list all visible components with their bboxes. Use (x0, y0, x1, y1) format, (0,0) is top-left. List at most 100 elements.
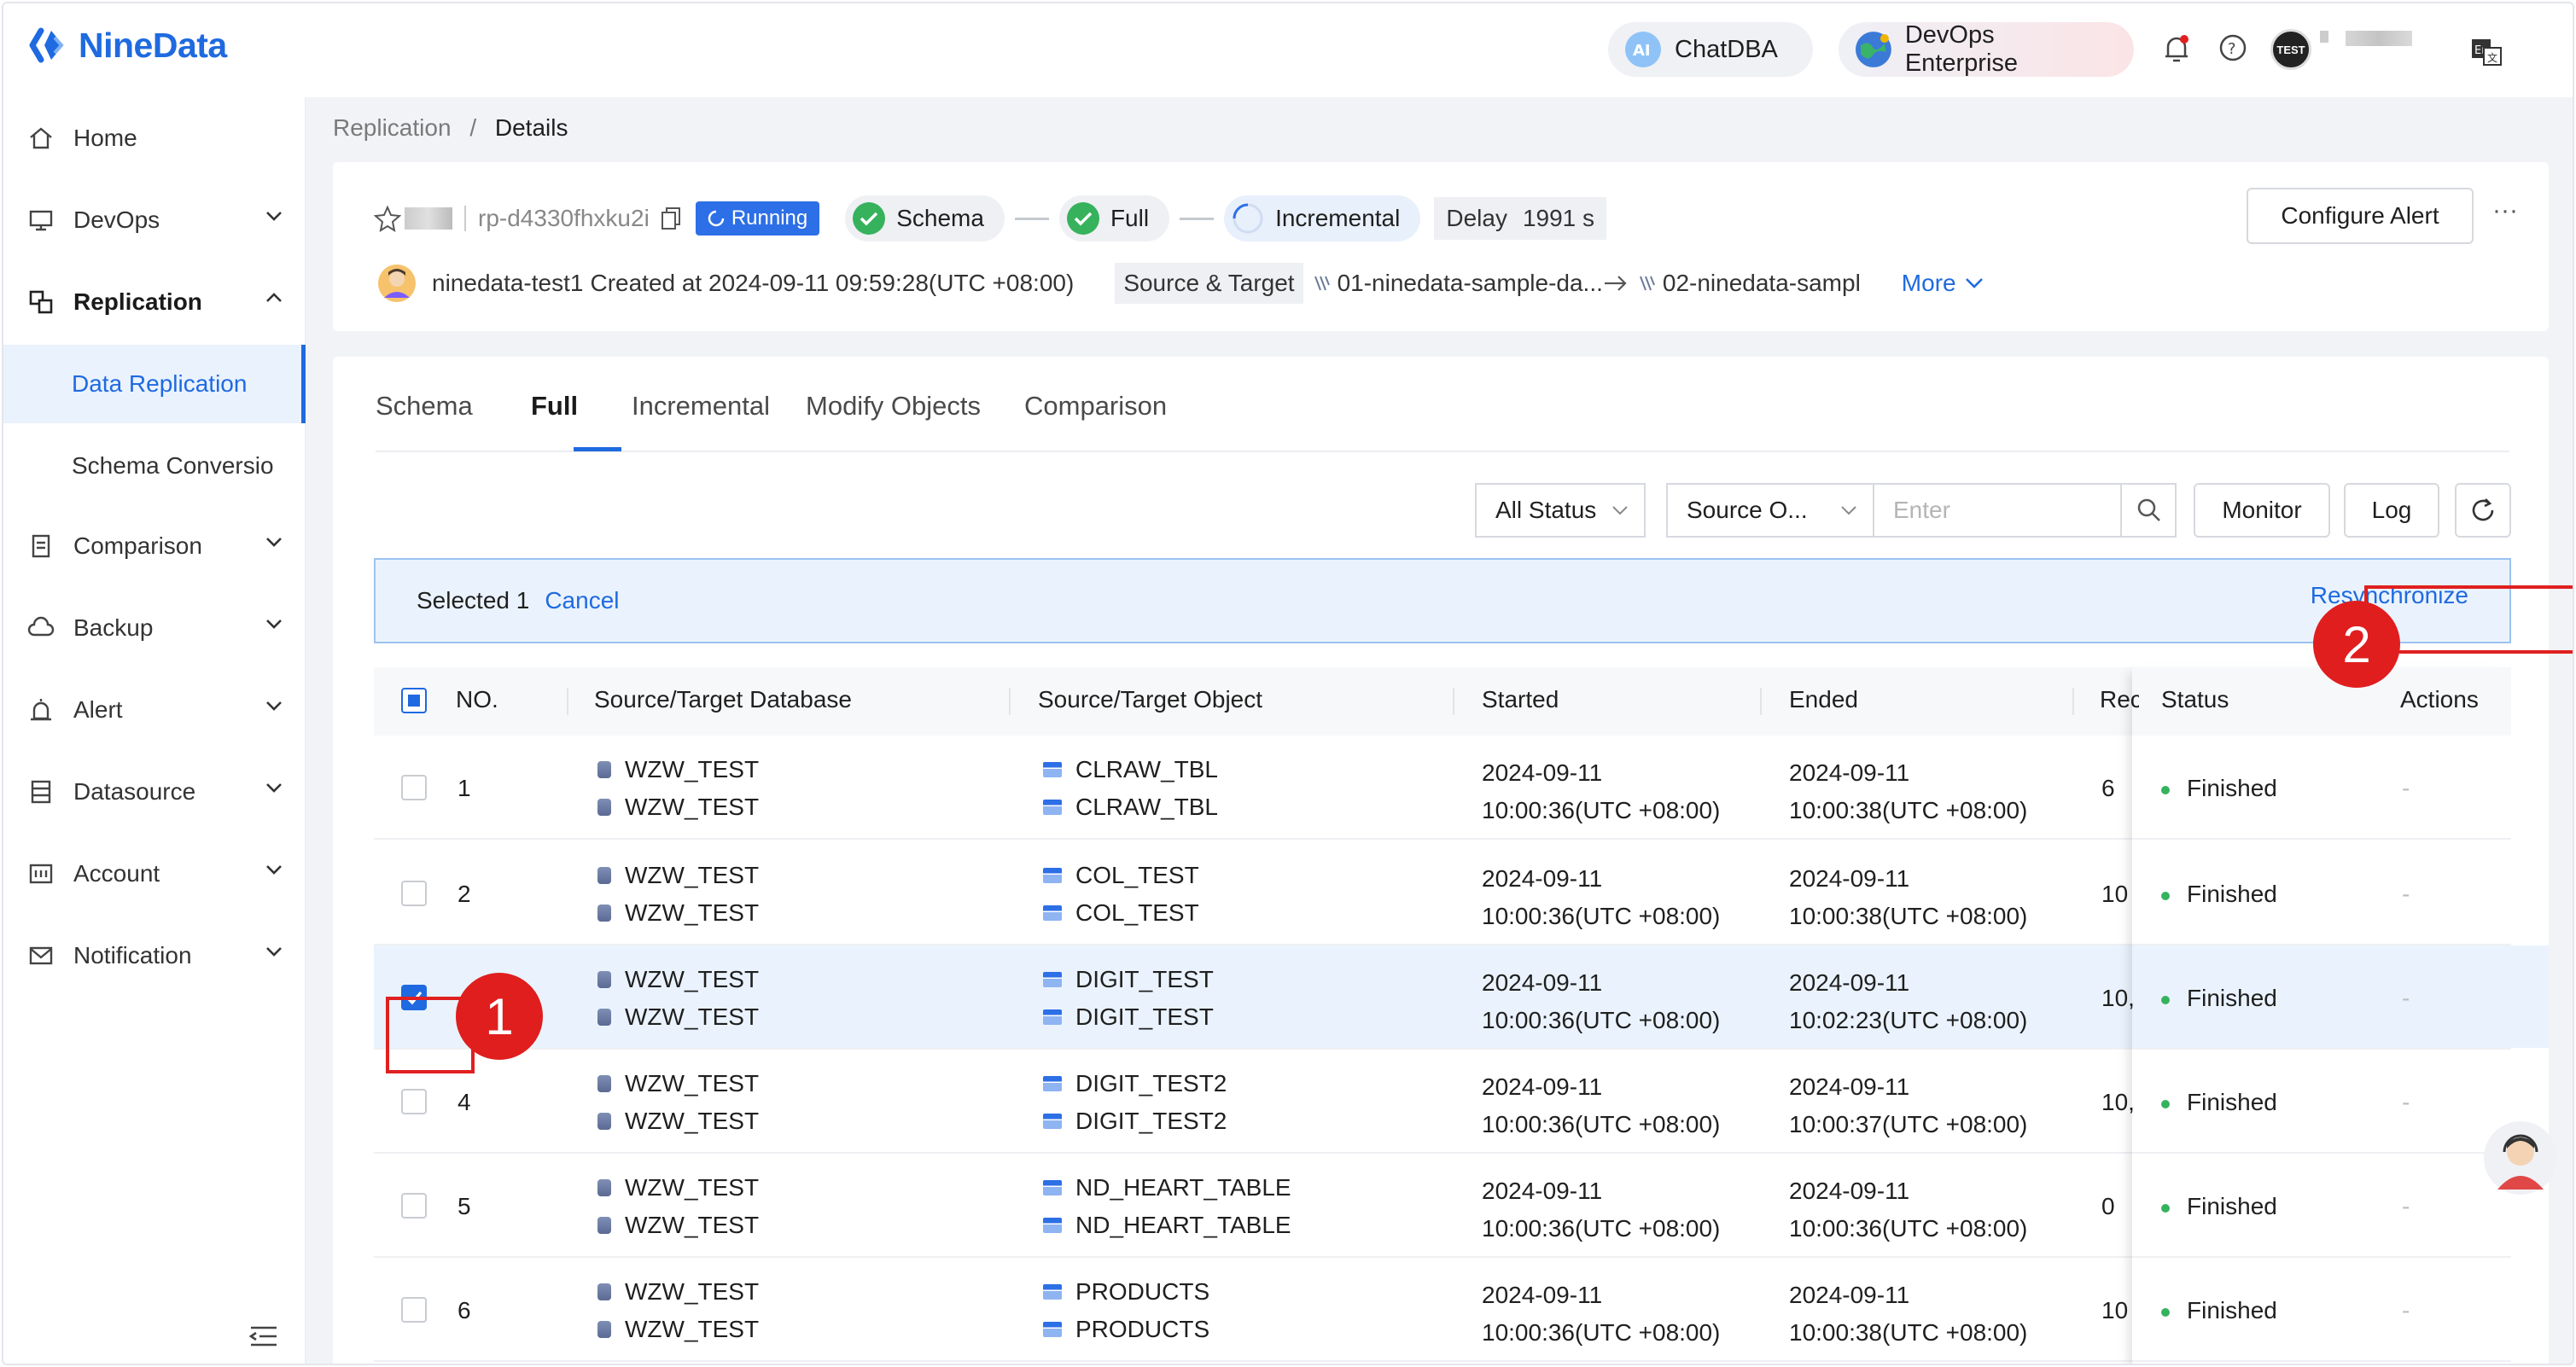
sidebar-item-backup[interactable]: Backup (3, 587, 306, 669)
monitor-button[interactable]: Monitor (2194, 483, 2330, 538)
copy-icon[interactable] (660, 207, 682, 230)
sidebar-item-notification[interactable]: Notification (3, 915, 306, 997)
brand-logo[interactable]: NineData (29, 24, 227, 67)
log-button[interactable]: Log (2344, 483, 2439, 538)
ended-date: 2024-09-11 (1789, 969, 1910, 996)
customer-support-button[interactable] (2484, 1121, 2557, 1195)
column-separator (1009, 688, 1011, 715)
refresh-button[interactable] (2455, 483, 2511, 538)
sidebar-item-devops[interactable]: DevOps (3, 179, 306, 261)
column-header-status: Status (2161, 686, 2229, 713)
ended-date: 2024-09-11 (1789, 865, 1910, 892)
table-icon (1043, 1218, 1062, 1233)
more-label: More (1901, 270, 1956, 296)
bell-icon[interactable] (2161, 32, 2192, 67)
sidebar-subitem-data-replication[interactable]: Data Replication (3, 345, 306, 423)
devops-enterprise-button[interactable]: DevOps Enterprise (1839, 21, 2134, 77)
select-all-checkbox[interactable] (401, 688, 427, 713)
source-object-select[interactable]: Source O... (1666, 483, 1874, 538)
started-time: 10:00:36(UTC +08:00) (1482, 1007, 1721, 1033)
stage-label: Incremental (1275, 205, 1401, 231)
status-dot (2161, 891, 2170, 900)
database-icon (597, 1009, 611, 1026)
row-checkbox[interactable] (401, 1193, 427, 1219)
row-number: 5 (458, 1193, 471, 1219)
chevron-down-icon (1612, 506, 1628, 515)
database-cell: WZW_TEST WZW_TEST (597, 1065, 759, 1140)
redacted-username-2 (2346, 31, 2412, 46)
sidebar-item-comparison[interactable]: Comparison (3, 505, 306, 587)
sidebar-item-alert[interactable]: Alert (3, 669, 306, 751)
more-actions-icon[interactable]: ··· (2492, 196, 2518, 225)
object-cell: ND_HEART_TABLE ND_HEART_TABLE (1043, 1169, 1291, 1244)
language-switch-icon[interactable]: En文 (2470, 38, 2504, 68)
status-text: Finished (2187, 985, 2277, 1011)
ninedata-logo-icon (29, 27, 64, 63)
target-object: ND_HEART_TABLE (1075, 1212, 1291, 1238)
star-icon[interactable] (374, 205, 401, 232)
started-time: 10:00:36(UTC +08:00) (1482, 1319, 1721, 1346)
datasource-icon (31, 780, 51, 804)
tab-full[interactable]: Full (531, 391, 578, 422)
table-icon (1043, 762, 1062, 777)
annotation-marker-2: 2 (2313, 601, 2400, 688)
source-object: ND_HEART_TABLE (1075, 1174, 1291, 1201)
records-value: 10 (2101, 881, 2129, 907)
table-row[interactable]: WZW_TEST WZW_TEST DIGIT_TEST DIGIT_TEST 2024… (374, 945, 2549, 1050)
configure-alert-button[interactable]: Configure Alert (2247, 188, 2474, 244)
table-row[interactable]: 4 WZW_TEST WZW_TEST DIGIT_TEST2 DIGIT_TEST2 2… (374, 1050, 2549, 1154)
cancel-selection-link[interactable]: Cancel (545, 587, 619, 614)
sidebar-item-account[interactable]: Account (3, 833, 306, 915)
row-checkbox[interactable] (401, 775, 427, 800)
refresh-icon (2472, 498, 2494, 521)
status-dot (2161, 1099, 2170, 1108)
sidebar-item-label: Backup (73, 614, 154, 641)
table-row[interactable]: 6 WZW_TEST WZW_TEST PRODUCTS PRODUCTS 2024-09… (374, 1258, 2549, 1362)
ended-time: 10:00:38(UTC +08:00) (1789, 1319, 2028, 1346)
row-checkbox[interactable] (401, 881, 427, 906)
more-link[interactable]: More (1902, 270, 1984, 297)
target-object: DIGIT_TEST2 (1075, 1108, 1227, 1134)
database-icon (597, 1179, 611, 1196)
breadcrumb-current: Details (494, 114, 568, 141)
collapse-sidebar-icon[interactable] (249, 1324, 278, 1348)
source-datasource[interactable]: 01-ninedata-sample-da... (1338, 270, 1603, 297)
tab-modify-objects[interactable]: Modify Objects (806, 391, 981, 422)
status-filter-select[interactable]: All Status (1475, 483, 1646, 538)
source-database: WZW_TEST (625, 862, 760, 888)
row-checkbox[interactable] (401, 1297, 427, 1323)
help-icon[interactable]: ? (2218, 32, 2248, 63)
database-icon (597, 1321, 611, 1338)
user-avatar[interactable]: TEST (2270, 29, 2311, 70)
stage-incremental: Incremental (1224, 195, 1421, 241)
redacted-username (2320, 31, 2328, 43)
svg-text:?: ? (2228, 40, 2236, 58)
started-date: 2024-09-11 (1482, 759, 1603, 786)
search-input[interactable]: Enter (1873, 483, 2122, 538)
sidebar-item-label: Notification (73, 942, 192, 969)
selected-count: Selected 1 (417, 587, 530, 614)
target-datasource[interactable]: 02-ninedata-sampl (1663, 270, 1861, 297)
started-time: 10:00:36(UTC +08:00) (1482, 903, 1721, 929)
row-checkbox[interactable] (401, 1089, 427, 1114)
source-target-label: Source & Target (1115, 263, 1303, 304)
table-row[interactable]: 2 WZW_TEST WZW_TEST COL_TEST COL_TEST 2024-09… (374, 841, 2549, 945)
support-agent-icon (2497, 1134, 2544, 1190)
ended-date: 2024-09-11 (1789, 759, 1910, 786)
tab-schema[interactable]: Schema (376, 391, 473, 422)
sidebar-subitem-schema-conversion[interactable]: Schema Conversio (3, 427, 306, 505)
table-icon (1043, 1076, 1062, 1091)
breadcrumb-parent[interactable]: Replication (333, 114, 452, 141)
chatdba-button[interactable]: AI ChatDBA (1608, 22, 1813, 77)
sidebar-item-home[interactable]: Home (3, 97, 306, 179)
sidebar-item-datasource[interactable]: Datasource (3, 751, 306, 833)
started-date: 2024-09-11 (1482, 1073, 1603, 1100)
tab-comparison[interactable]: Comparison (1024, 391, 1167, 422)
sidebar-item-replication[interactable]: Replication (3, 261, 306, 343)
search-button[interactable] (2120, 483, 2177, 538)
tab-incremental[interactable]: Incremental (632, 391, 770, 422)
table-row[interactable]: 1 WZW_TEST WZW_TEST CLRAW_TBL CLRAW_TBL 2024-… (374, 736, 2549, 840)
table-row[interactable]: 5 WZW_TEST WZW_TEST ND_HEART_TABLE ND_HEART_… (374, 1154, 2549, 1258)
database-icon (597, 799, 611, 816)
sidebar-item-label: Datasource (73, 778, 196, 805)
